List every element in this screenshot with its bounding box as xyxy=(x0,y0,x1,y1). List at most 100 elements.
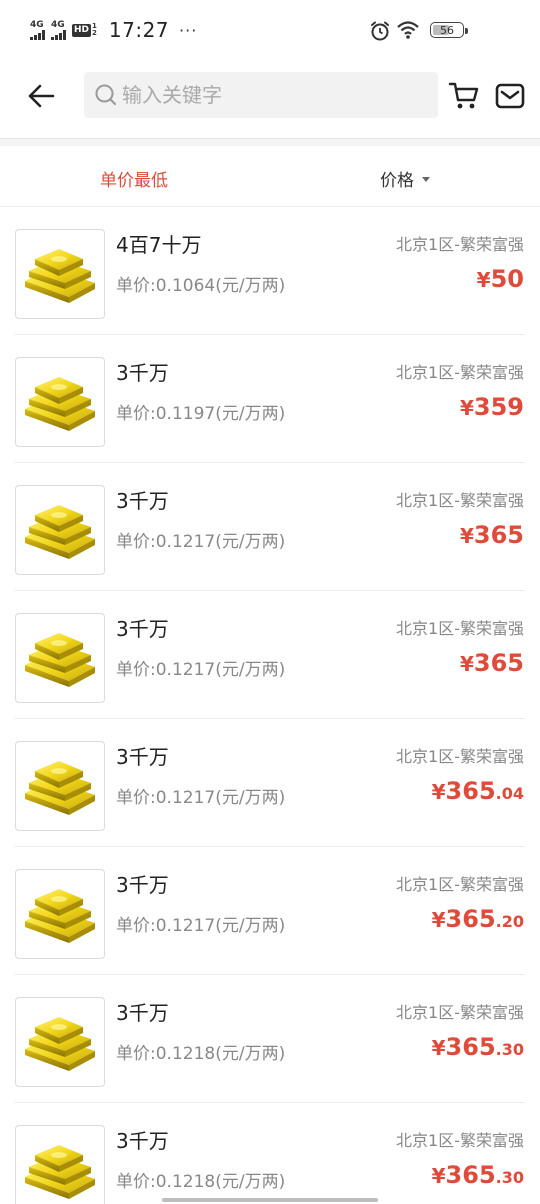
list-item[interactable]: 3千万单价:0.1217(元/万两) 北京1区-繁荣富强 ¥365 xyxy=(0,591,540,719)
price-integer: 365 xyxy=(473,521,524,549)
more-notifications-icon: ··· xyxy=(179,20,198,40)
back-button[interactable] xyxy=(26,80,58,112)
item-unit-price: 单价:0.1218(元/万两) xyxy=(116,1172,286,1192)
gold-bar-thumbnail xyxy=(15,229,105,319)
signal-2-label: 4G xyxy=(51,19,65,30)
price-currency: ¥ xyxy=(459,524,474,548)
list-item[interactable]: 3千万单价:0.1218(元/万两) 北京1区-繁荣富强 ¥365.30 xyxy=(0,1103,540,1204)
item-price: ¥365.20 xyxy=(432,905,524,933)
hd-label: HD xyxy=(72,23,92,37)
gold-bars-icon xyxy=(25,377,95,431)
price-integer: 50 xyxy=(490,265,524,293)
item-server: 北京1区-繁荣富强 xyxy=(396,235,524,254)
item-title: 3千万 xyxy=(116,1001,169,1025)
item-unit-price: 单价:0.1217(元/万两) xyxy=(116,916,286,936)
gold-bars-icon xyxy=(25,1145,95,1199)
item-price: ¥359 xyxy=(460,393,524,421)
gold-bars-icon xyxy=(25,1017,95,1071)
wifi-icon xyxy=(397,21,419,39)
list-item[interactable]: 3千万 单价:0.1217(元/万两) 北京1区-繁荣富强 ¥365.04 xyxy=(0,719,540,847)
item-server: 北京1区-繁荣富强 xyxy=(396,1003,524,1022)
status-bar: 4G 4G HD 1 2 17:27 ··· 56 xyxy=(0,0,540,62)
signal-1-label: 4G xyxy=(30,19,44,30)
list-item[interactable]: 3千万单价:0.1217(元/万两) 北京1区-繁荣富强 ¥365.20 xyxy=(0,847,540,975)
signal-2-icon: 4G xyxy=(51,19,66,40)
gold-bar-thumbnail xyxy=(15,357,105,447)
price-decimal: .20 xyxy=(495,912,524,931)
price-integer: 365 xyxy=(445,1161,496,1189)
hd-voice-icon: HD 1 2 xyxy=(72,23,97,37)
listing-list: 4百7十万 单价:0.1064(元/万两) 北京1区-繁荣富强 ¥50 3千万 单价:0… xyxy=(0,207,540,1204)
price-integer: 359 xyxy=(473,393,524,421)
gold-bar-thumbnail xyxy=(15,485,105,575)
gold-bar-thumbnail xyxy=(15,997,105,1087)
gold-bar-thumbnail xyxy=(15,1125,105,1204)
price-currency: ¥ xyxy=(431,908,446,932)
item-title: 3千万 xyxy=(116,745,169,769)
search-icon xyxy=(95,84,116,105)
item-title: 3千万 xyxy=(116,1129,169,1153)
list-item[interactable]: 3千万 单价:0.1217(元/万两) 北京1区-繁荣富强 ¥365 xyxy=(0,463,540,591)
header xyxy=(0,72,540,120)
item-price: ¥365 xyxy=(460,521,524,549)
price-decimal: .30 xyxy=(495,1168,524,1187)
gold-bars-icon xyxy=(25,633,95,687)
item-price: ¥365.04 xyxy=(432,777,524,805)
arrow-left-icon xyxy=(28,84,55,108)
item-title: 4百7十万 xyxy=(116,233,202,257)
gold-bar-thumbnail xyxy=(15,613,105,703)
sort-price-tab[interactable]: 价格 xyxy=(380,166,430,191)
sort-bar: 单价最低 价格 xyxy=(0,146,540,207)
item-server: 北京1区-繁荣富强 xyxy=(396,491,524,510)
price-currency: ¥ xyxy=(431,780,446,804)
mail-icon xyxy=(495,83,525,109)
item-price: ¥365.30 xyxy=(432,1161,524,1189)
item-unit-price: 单价:0.1064(元/万两) xyxy=(116,276,286,296)
price-integer: 365 xyxy=(445,1033,496,1061)
battery-level: 56 xyxy=(440,23,454,37)
price-currency: ¥ xyxy=(459,652,474,676)
price-currency: ¥ xyxy=(476,268,491,292)
status-time: 17:27 xyxy=(108,18,170,42)
gold-bars-icon xyxy=(25,761,95,815)
cart-icon xyxy=(448,82,479,109)
search-box[interactable] xyxy=(84,72,438,118)
list-item[interactable]: 4百7十万单价:0.1064(元/万两) 北京1区-繁荣富强 ¥50 xyxy=(0,207,540,335)
price-currency: ¥ xyxy=(431,1036,446,1060)
item-title: 3千万 xyxy=(116,617,169,641)
sort-lowest-unit-price-tab[interactable]: 单价最低 xyxy=(100,166,168,191)
cart-button[interactable] xyxy=(448,80,480,112)
status-left: 4G 4G HD 1 2 17:27 ··· xyxy=(30,18,197,42)
gold-bar-thumbnail xyxy=(15,869,105,959)
item-server: 北京1区-繁荣富强 xyxy=(396,875,524,894)
alarm-icon xyxy=(371,21,389,41)
list-item[interactable]: 3千万 单价:0.1218(元/万两) 北京1区-繁荣富强 ¥365.30 xyxy=(0,975,540,1103)
item-server: 北京1区-繁荣富强 xyxy=(396,363,524,382)
item-server: 北京1区-繁荣富强 xyxy=(396,619,524,638)
price-currency: ¥ xyxy=(459,396,474,420)
battery-icon: 56 xyxy=(430,22,468,38)
price-integer: 365 xyxy=(473,649,524,677)
item-unit-price: 单价:0.1217(元/万两) xyxy=(116,660,286,680)
item-server: 北京1区-繁荣富强 xyxy=(396,747,524,766)
gold-bar-thumbnail xyxy=(15,741,105,831)
price-decimal: .04 xyxy=(495,784,524,803)
search-input[interactable] xyxy=(122,83,422,107)
price-currency: ¥ xyxy=(431,1164,446,1188)
item-unit-price: 单价:0.1197(元/万两) xyxy=(116,404,286,424)
item-unit-price: 单价:0.1218(元/万两) xyxy=(116,1044,286,1064)
price-integer: 365 xyxy=(445,777,496,805)
gold-bars-icon xyxy=(25,249,95,303)
gold-bars-icon xyxy=(25,505,95,559)
messages-button[interactable] xyxy=(494,80,526,112)
price-integer: 365 xyxy=(445,905,496,933)
item-price: ¥365 xyxy=(460,649,524,677)
item-server: 北京1区-繁荣富强 xyxy=(396,1131,524,1150)
item-title: 3千万 xyxy=(116,361,169,385)
sort-price-label: 价格 xyxy=(380,171,414,191)
list-item[interactable]: 3千万单价:0.1197(元/万两) 北京1区-繁荣富强 ¥359 xyxy=(0,335,540,463)
signal-1-icon: 4G xyxy=(30,19,45,40)
caret-down-icon xyxy=(422,177,430,182)
item-title: 3千万 xyxy=(116,873,169,897)
item-price: ¥50 xyxy=(477,265,524,293)
